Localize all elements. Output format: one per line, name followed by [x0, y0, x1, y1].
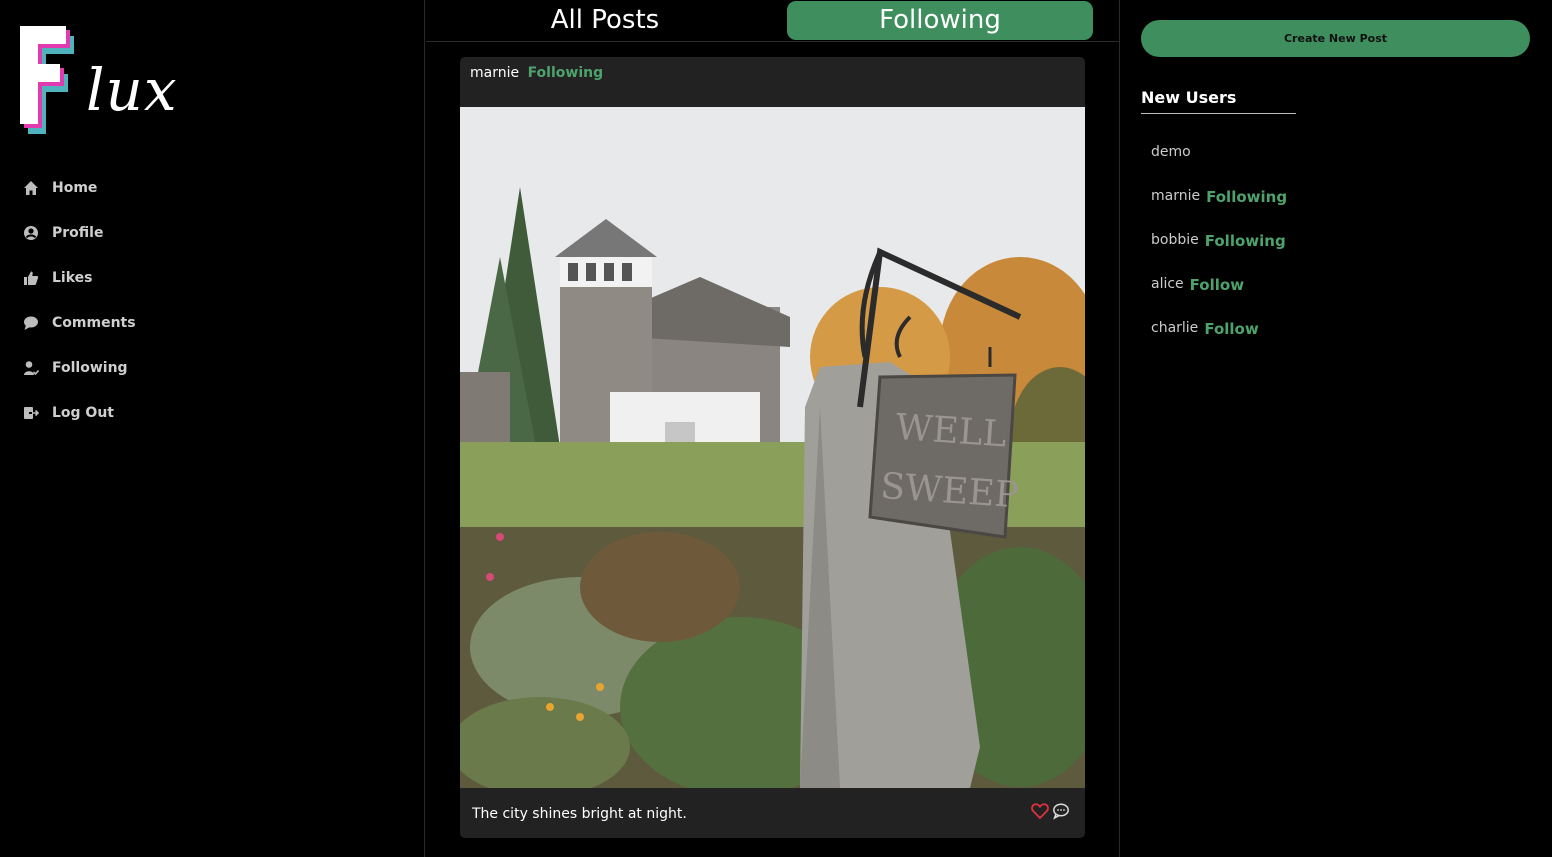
list-item: alice Follow: [1151, 272, 1287, 316]
nav-comments-label: Comments: [52, 314, 136, 331]
nav-logout[interactable]: Log Out: [22, 390, 136, 435]
nav-profile-label: Profile: [52, 224, 104, 241]
flux-logo[interactable]: lux: [18, 24, 178, 136]
user-name[interactable]: alice: [1151, 276, 1184, 292]
left-sidebar: lux Home Profile Likes Comments Followin…: [0, 0, 425, 857]
logo-f-mark: [20, 26, 74, 134]
svg-text:WELL: WELL: [894, 407, 1008, 456]
home-icon: [22, 179, 40, 197]
main-nav: Home Profile Likes Comments Following Lo…: [22, 165, 136, 435]
user-name[interactable]: charlie: [1151, 320, 1198, 336]
new-users-list: demo marnie Following bobbie Following a…: [1151, 140, 1287, 360]
user-name[interactable]: bobbie: [1151, 232, 1199, 248]
user-circle-icon: [22, 224, 40, 242]
post-footer: The city shines bright at night.: [460, 788, 1085, 838]
nav-home-label: Home: [52, 179, 98, 196]
nav-following[interactable]: Following: [22, 345, 136, 390]
thumbs-up-icon: [22, 269, 40, 287]
logout-icon: [22, 404, 40, 422]
logo-text: lux: [86, 56, 178, 124]
speech-bubble-icon: [22, 314, 40, 332]
nav-following-label: Following: [52, 359, 128, 376]
post-image[interactable]: WELL SWEEP: [460, 107, 1085, 788]
nav-likes[interactable]: Likes: [22, 255, 136, 300]
feed-tabs: All Posts Following: [426, 0, 1120, 42]
nav-comments[interactable]: Comments: [22, 300, 136, 345]
create-new-post-button[interactable]: Create New Post: [1141, 20, 1530, 57]
user-name[interactable]: marnie: [1151, 188, 1200, 204]
nav-logout-label: Log Out: [52, 404, 114, 421]
new-users-heading: New Users: [1141, 88, 1296, 114]
comment-icon[interactable]: [1052, 802, 1070, 820]
heart-icon[interactable]: [1031, 802, 1049, 820]
nav-home[interactable]: Home: [22, 165, 136, 210]
follow-status-button[interactable]: Following: [1206, 188, 1287, 206]
post-header: marnie Following: [460, 57, 1085, 107]
list-item: bobbie Following: [1151, 228, 1287, 272]
follow-status-button[interactable]: Following: [1205, 232, 1286, 250]
list-item: charlie Follow: [1151, 316, 1287, 360]
list-item: demo: [1151, 140, 1287, 184]
right-sidebar: Create New Post New Users demo marnie Fo…: [1121, 0, 1552, 857]
follow-button[interactable]: Follow: [1190, 276, 1244, 294]
post-caption: The city shines bright at night.: [472, 806, 687, 822]
post-author[interactable]: marnie: [470, 65, 519, 81]
feed-column: All Posts Following marnie Following WEL…: [426, 0, 1120, 857]
nav-likes-label: Likes: [52, 269, 93, 286]
follow-button[interactable]: Follow: [1204, 320, 1258, 338]
list-item: marnie Following: [1151, 184, 1287, 228]
post-author-follow-status[interactable]: Following: [528, 65, 604, 81]
nav-profile[interactable]: Profile: [22, 210, 136, 255]
tab-following[interactable]: Following: [787, 1, 1093, 40]
user-check-icon: [22, 359, 40, 377]
user-name[interactable]: demo: [1151, 144, 1191, 160]
tab-all-posts[interactable]: All Posts: [440, 1, 770, 40]
post-card: marnie Following WELL SWEEP The city shi…: [460, 57, 1085, 838]
